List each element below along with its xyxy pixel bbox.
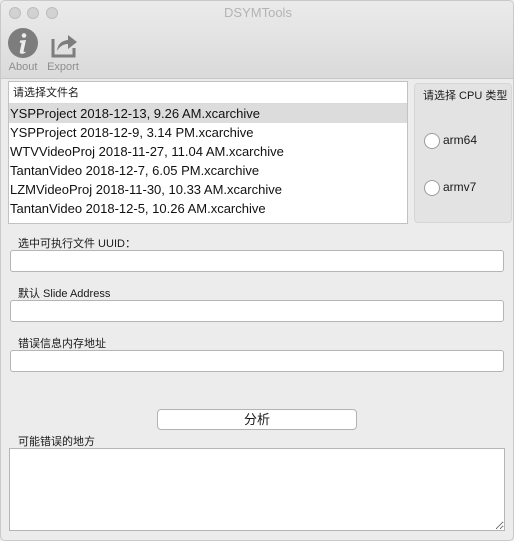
share-export-icon [47, 27, 79, 59]
titlebar: DSYMTools About Export [1, 1, 513, 79]
result-text-area[interactable] [9, 448, 505, 531]
about-button[interactable]: About [3, 27, 43, 73]
slide-address-label: 默认 Slide Address [18, 288, 111, 300]
radio-arm64-label[interactable]: arm64 [443, 133, 477, 147]
window-title: DSYMTools [224, 5, 292, 20]
radio-armv7[interactable] [424, 180, 440, 196]
result-label: 可能错误的地方 [18, 436, 95, 448]
info-icon [7, 27, 39, 59]
file-list-item[interactable]: LZMVideoProj 2018-11-30, 10.33 AM.xcarch… [9, 180, 407, 199]
slide-address-field[interactable] [10, 300, 504, 322]
uuid-field[interactable] [10, 250, 504, 272]
uuid-label: 选中可执行文件 UUID： [18, 238, 136, 250]
error-address-label: 错误信息内存地址 [18, 338, 106, 350]
radio-armv7-label[interactable]: armv7 [443, 180, 476, 194]
file-list-item[interactable]: TantanVideo 2018-12-5, 10.26 AM.xcarchiv… [9, 199, 407, 218]
cpu-type-group: 请选择 CPU 类型 arm64 armv7 [414, 83, 512, 223]
radio-arm64[interactable] [424, 133, 440, 149]
about-label: About [8, 61, 38, 73]
archive-file-list[interactable]: 请选择文件名 YSPProject 2018-12-13, 9.26 AM.xc… [8, 81, 408, 224]
export-label: Export [47, 61, 79, 73]
error-address-field[interactable] [10, 350, 504, 372]
analyze-button[interactable]: 分析 [157, 409, 357, 430]
app-window: DSYMTools About Export 请选择文件名 YSPProject… [0, 0, 514, 541]
file-list-item[interactable]: WTVVideoProj 2018-11-27, 11.04 AM.xcarch… [9, 142, 407, 161]
export-button[interactable]: Export [43, 27, 83, 73]
cpu-type-title: 请选择 CPU 类型 [423, 90, 508, 102]
file-list-header: 请选择文件名 [9, 82, 407, 104]
file-list-item[interactable]: YSPProject 2018-12-13, 9.26 AM.xcarchive [9, 104, 407, 123]
file-list-item[interactable]: YSPProject 2018-12-9, 3.14 PM.xcarchive [9, 123, 407, 142]
file-list-item[interactable]: TantanVideo 2018-12-7, 6.05 PM.xcarchive [9, 161, 407, 180]
